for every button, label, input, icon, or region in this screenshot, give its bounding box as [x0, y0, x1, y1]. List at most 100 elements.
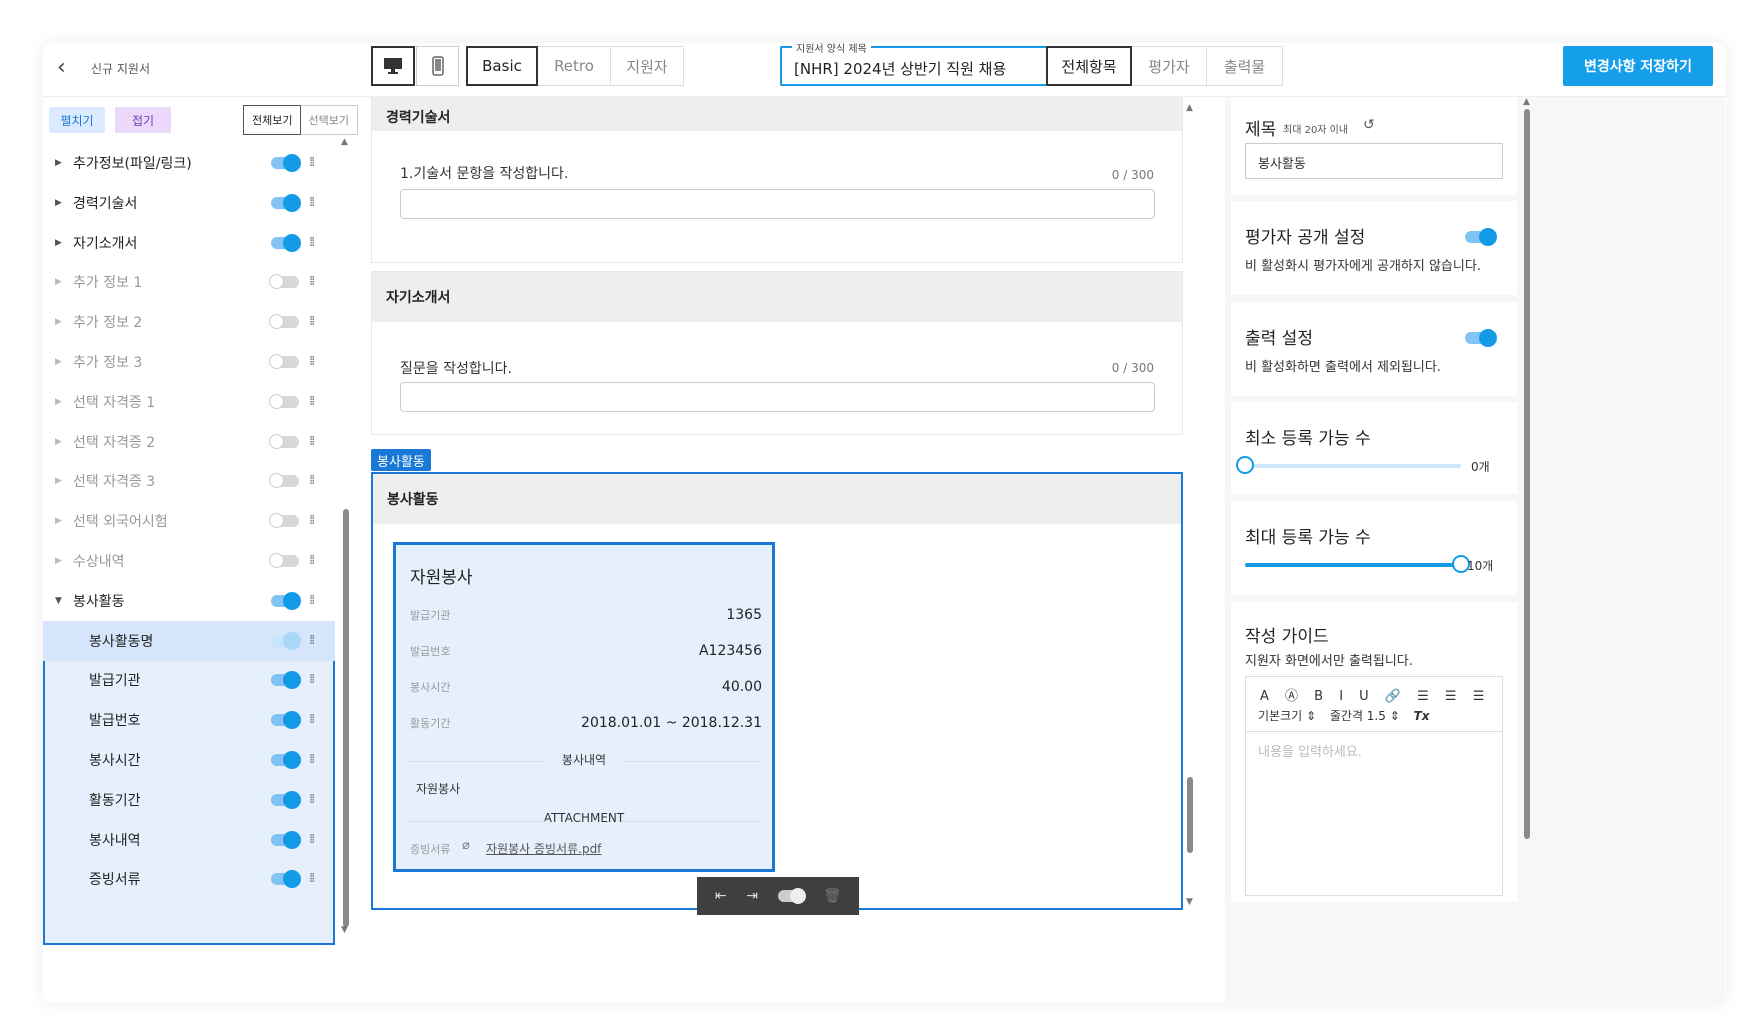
- canvas-scrollbar[interactable]: ▲ ▼: [1183, 97, 1197, 917]
- item-toggle[interactable]: [271, 751, 301, 769]
- sidebar-item[interactable]: ▶ 선택 외국어시험 ⁞⁞: [43, 501, 341, 541]
- item-toggle[interactable]: [269, 393, 299, 409]
- drag-handle-icon[interactable]: ⁞⁞: [309, 514, 315, 527]
- item-toggle[interactable]: [269, 473, 299, 489]
- sidebar-item[interactable]: ▶ 추가 정보 3 ⁞⁞: [43, 342, 341, 382]
- sidebar-item[interactable]: ▶ 경력기술서 ⁞⁞: [43, 183, 341, 223]
- intro-card[interactable]: 자기소개서 질문을 작성합니다. 0 / 300: [371, 271, 1183, 435]
- item-toggle[interactable]: [271, 154, 301, 172]
- sidebar-item[interactable]: ▼ 봉사활동 ⁞⁞: [43, 581, 341, 621]
- scroll-down-icon[interactable]: ▼: [1186, 897, 1193, 907]
- max-slider[interactable]: [1245, 563, 1461, 567]
- drag-handle-icon[interactable]: ⁞⁞: [309, 395, 315, 408]
- sidebar-subitem[interactable]: 발급번호 ⁞⁞: [43, 700, 341, 740]
- drag-handle-icon[interactable]: ⁞⁞: [309, 713, 315, 726]
- scroll-up-icon[interactable]: ▲: [1523, 97, 1530, 107]
- chevron-right-icon[interactable]: ▶: [55, 476, 62, 486]
- drag-handle-icon[interactable]: ⁞⁞: [309, 594, 315, 607]
- chevron-right-icon[interactable]: ▶: [55, 437, 62, 447]
- chevron-right-icon[interactable]: ▶: [55, 317, 62, 327]
- sidebar-item[interactable]: ▶ 추가정보(파일/링크) ⁞⁞: [43, 143, 341, 183]
- canvas-scroll-thumb[interactable]: [1187, 777, 1193, 853]
- item-toggle[interactable]: [271, 830, 301, 849]
- volunteer-card[interactable]: 봉사활동 자원봉사 발급기관 1365 발급번호 A123456 봉사시간 40.00…: [371, 472, 1183, 910]
- drag-handle-icon[interactable]: ⁞⁞: [309, 673, 315, 686]
- tab-evaluator[interactable]: 평가자: [1132, 47, 1207, 85]
- trash-icon[interactable]: 🗑: [823, 888, 841, 904]
- item-toggle[interactable]: [269, 433, 299, 449]
- chevron-down-icon[interactable]: ▼: [55, 596, 62, 606]
- drag-handle-icon[interactable]: ⁞⁞: [309, 275, 315, 288]
- editor-placeholder[interactable]: 내용을 입력하세요.: [1258, 741, 1362, 760]
- style-retro-tab[interactable]: Retro: [538, 47, 611, 85]
- chevron-right-icon[interactable]: ▶: [55, 238, 62, 248]
- drag-handle-icon[interactable]: ⁞⁞: [309, 315, 315, 328]
- line-height-select[interactable]: 줄간격 1.5: [1330, 709, 1386, 723]
- sidebar-subitem[interactable]: 봉사시간 ⁞⁞: [43, 740, 341, 780]
- sidebar-item[interactable]: ▶ 자기소개서 ⁞⁞: [43, 223, 341, 263]
- chevron-right-icon[interactable]: ▶: [55, 357, 62, 367]
- item-toggle[interactable]: [271, 711, 301, 730]
- drag-handle-icon[interactable]: ⁞⁞: [309, 156, 315, 169]
- form-title-value[interactable]: [NHR] 2024년 상반기 직원 채용: [794, 58, 1006, 79]
- right-scroll-thumb[interactable]: [1524, 109, 1530, 839]
- drag-handle-icon[interactable]: ⁞⁞: [309, 355, 315, 368]
- chevron-left-icon[interactable]: ‹: [57, 57, 79, 80]
- chevron-right-icon[interactable]: ▶: [55, 277, 62, 287]
- toggle-icon[interactable]: [777, 888, 806, 904]
- file-link[interactable]: 자원봉사 증빙서류.pdf: [486, 840, 601, 857]
- view-all-button[interactable]: 전체보기: [243, 105, 302, 135]
- chevron-right-icon[interactable]: ▶: [55, 198, 62, 208]
- font-size-select[interactable]: 기본크기: [1258, 709, 1302, 723]
- item-toggle[interactable]: [269, 354, 299, 369]
- mobile-view-button[interactable]: [416, 46, 459, 86]
- editor-toolbar[interactable]: A Ⓐ B I U 🔗 ☰ ☰ ☰: [1260, 685, 1490, 704]
- guide-editor[interactable]: A Ⓐ B I U 🔗 ☰ ☰ ☰ 기본크기 ⇕ 줄간격 1.5 ⇕ Tx 내용…: [1245, 676, 1503, 896]
- item-toggle[interactable]: [269, 513, 299, 529]
- drag-handle-icon[interactable]: ⁞⁞: [309, 435, 315, 448]
- right-scrollbar[interactable]: ▲: [1520, 97, 1534, 897]
- career-card[interactable]: 경력기술서 1.기술서 문항을 작성합니다. 0 / 300: [371, 97, 1183, 263]
- scroll-up-icon[interactable]: ▲: [1186, 103, 1193, 113]
- sidebar-item[interactable]: ▶ 수상내역 ⁞⁞: [43, 541, 341, 581]
- item-toggle[interactable]: [271, 870, 301, 889]
- sidebar-item[interactable]: ▶ 선택 자격증 3 ⁞⁞: [43, 461, 341, 501]
- sidebar-subitem[interactable]: 활동기간 ⁞⁞: [43, 780, 341, 820]
- drag-handle-icon[interactable]: ⁞⁞: [309, 872, 315, 885]
- clear-format-icon[interactable]: Tx: [1414, 709, 1430, 723]
- item-toggle[interactable]: [269, 274, 299, 290]
- scroll-down-icon[interactable]: ▼: [341, 925, 348, 935]
- title-input[interactable]: 봉사활동: [1245, 143, 1503, 179]
- drag-handle-icon[interactable]: ⁞⁞: [309, 793, 315, 806]
- sidebar-item[interactable]: ▶ 추가 정보 2 ⁞⁞: [43, 302, 341, 342]
- volunteer-entry[interactable]: 자원봉사 발급기관 1365 발급번호 A123456 봉사시간 40.00 활동기간…: [393, 542, 775, 872]
- sidebar-subitem[interactable]: 봉사활동명 ⁞⁞: [43, 621, 341, 661]
- chevron-right-icon[interactable]: ▶: [55, 516, 62, 526]
- min-slider-handle[interactable]: [1236, 456, 1254, 474]
- evaluator-toggle[interactable]: [1465, 228, 1497, 246]
- item-toggle[interactable]: [271, 631, 301, 650]
- tab-print[interactable]: 출력물: [1207, 47, 1282, 85]
- collapse-button[interactable]: 접기: [115, 107, 171, 133]
- expand-button[interactable]: 펼치기: [49, 107, 105, 133]
- intro-answer-input[interactable]: [400, 382, 1155, 412]
- drag-handle-icon[interactable]: ⁞⁞: [309, 474, 315, 487]
- view-select-button[interactable]: 선택보기: [300, 106, 356, 134]
- outdent-icon[interactable]: ⇤: [715, 888, 727, 904]
- drag-handle-icon[interactable]: ⁞⁞: [309, 634, 315, 647]
- item-toggle[interactable]: [271, 591, 301, 610]
- style-applicant-tab[interactable]: 지원자: [611, 47, 683, 85]
- item-toggle[interactable]: [271, 790, 301, 809]
- sidebar-item[interactable]: ▶ 추가 정보 1 ⁞⁞: [43, 262, 341, 302]
- sidebar-subitem[interactable]: 발급기관 ⁞⁞: [43, 660, 341, 700]
- item-toggle[interactable]: [271, 671, 301, 690]
- left-scrollbar[interactable]: ▲ ▼: [339, 137, 351, 937]
- desktop-view-button[interactable]: [371, 46, 415, 86]
- drag-handle-icon[interactable]: ⁞⁞: [309, 753, 315, 766]
- left-scroll-thumb[interactable]: [343, 509, 349, 927]
- scroll-up-icon[interactable]: ▲: [341, 137, 348, 147]
- item-toggle[interactable]: [271, 233, 301, 252]
- item-toggle[interactable]: [269, 553, 299, 568]
- drag-handle-icon[interactable]: ⁞⁞: [309, 196, 315, 209]
- history-icon[interactable]: ↺: [1363, 117, 1375, 133]
